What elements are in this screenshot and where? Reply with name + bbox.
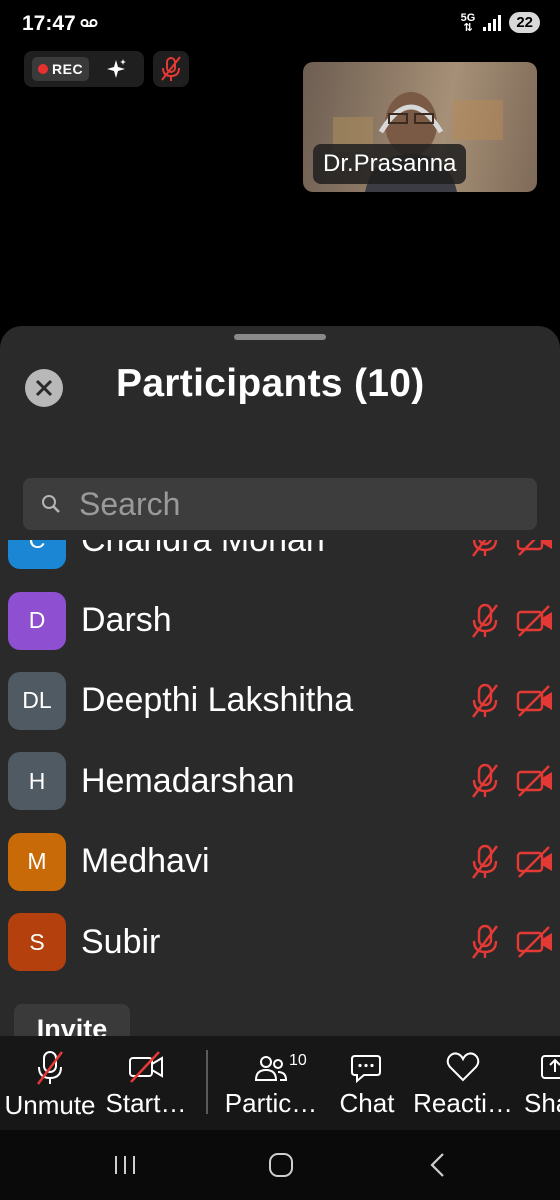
sparkle-icon[interactable] <box>105 58 127 80</box>
mic-muted-icon <box>37 1051 63 1085</box>
recording-controls[interactable]: REC <box>24 51 144 87</box>
participants-label: Partic… <box>224 1088 318 1118</box>
home-icon[interactable] <box>268 1152 294 1178</box>
participant-row[interactable]: DL Deepthi Lakshitha <box>0 661 560 741</box>
mic-muted-icon <box>161 56 181 81</box>
toolbar-divider <box>206 1050 208 1114</box>
battery-indicator: 22 <box>509 12 540 33</box>
chat-label: Chat <box>339 1088 395 1118</box>
top-mute-button[interactable] <box>153 51 189 87</box>
participant-row[interactable]: H Hemadarshan <box>0 741 560 821</box>
participants-icon <box>254 1056 288 1081</box>
status-bar: 17:47 5G ⇅ 22 <box>0 0 560 50</box>
participant-name: Chandra Mohan <box>81 540 325 560</box>
video-thumbnail[interactable]: Dr.Prasanna <box>303 62 537 192</box>
search-icon <box>42 495 60 513</box>
camera-off-icon <box>516 926 552 958</box>
heart-icon <box>446 1052 480 1082</box>
start-video-button[interactable]: Start… <box>104 1036 188 1130</box>
reactions-button[interactable]: Reacti… <box>413 1036 513 1130</box>
participant-name: Medhavi <box>81 842 210 881</box>
participant-name: Hemadarshan <box>81 761 295 800</box>
camera-off-icon <box>129 1051 163 1083</box>
participant-name: Darsh <box>81 601 172 640</box>
search-box[interactable] <box>23 478 537 530</box>
participants-panel: Participants (10) C Chandra Mohan D Darsh DL… <box>0 326 560 1044</box>
avatar: C <box>8 540 66 570</box>
close-button[interactable] <box>25 369 63 407</box>
system-navigation-bar <box>0 1130 560 1200</box>
video-participant-name: Dr.Prasanna <box>313 144 467 184</box>
participants-count-badge: 10 <box>289 1052 307 1069</box>
participants-button[interactable]: Partic… <box>224 1036 318 1130</box>
share-label: Sha <box>524 1088 560 1118</box>
recent-apps-icon[interactable] <box>112 1155 138 1175</box>
avatar: DL <box>8 671 66 730</box>
chat-icon <box>351 1055 381 1084</box>
mic-muted-icon <box>472 764 498 799</box>
unmute-button[interactable]: Unmute <box>2 1036 98 1130</box>
camera-off-icon <box>516 685 552 717</box>
share-button[interactable]: Sha <box>524 1036 560 1130</box>
drag-handle[interactable] <box>234 334 326 340</box>
record-dot-icon <box>38 64 48 74</box>
signal-icon <box>483 14 502 31</box>
unmute-label: Unmute <box>4 1090 96 1120</box>
back-icon[interactable] <box>428 1152 446 1178</box>
avatar: M <box>8 832 66 891</box>
meeting-toolbar: Unmute Start… Partic… 10 Chat Reacti… Sh <box>0 1036 560 1130</box>
participant-name: Subir <box>81 922 161 961</box>
participant-row[interactable]: C Chandra Mohan <box>0 540 560 580</box>
participant-row[interactable]: M Medhavi <box>0 822 560 902</box>
status-time: 17:47 <box>22 12 76 35</box>
recording-label: REC <box>52 61 84 77</box>
participant-list[interactable]: C Chandra Mohan D Darsh DL Deepthi Lakshitha H… <box>0 540 560 996</box>
reactions-label: Reacti… <box>413 1088 513 1118</box>
camera-off-icon <box>516 540 552 557</box>
mic-muted-icon <box>472 540 498 557</box>
panel-title: Participants (10) <box>116 362 425 405</box>
mic-muted-icon <box>472 683 498 718</box>
recording-badge[interactable]: REC <box>32 57 90 81</box>
participant-row[interactable]: S Subir <box>0 902 560 982</box>
avatar: D <box>8 591 66 650</box>
camera-off-icon <box>516 765 552 798</box>
mic-muted-icon <box>472 603 498 638</box>
voicemail-icon <box>80 19 98 27</box>
participant-row[interactable]: D Darsh <box>0 580 560 660</box>
start-video-label: Start… <box>105 1088 187 1118</box>
mic-muted-icon <box>472 924 498 959</box>
chat-button[interactable]: Chat <box>334 1036 400 1130</box>
camera-off-icon <box>516 604 552 637</box>
mic-muted-icon <box>472 844 498 879</box>
close-icon <box>35 379 53 397</box>
camera-off-icon <box>516 845 552 878</box>
share-icon <box>541 1055 560 1079</box>
search-input[interactable] <box>79 485 499 523</box>
avatar: H <box>8 752 66 811</box>
network-indicator: 5G ⇅ <box>460 11 476 34</box>
participant-name: Deepthi Lakshitha <box>81 681 354 720</box>
avatar: S <box>8 913 66 972</box>
